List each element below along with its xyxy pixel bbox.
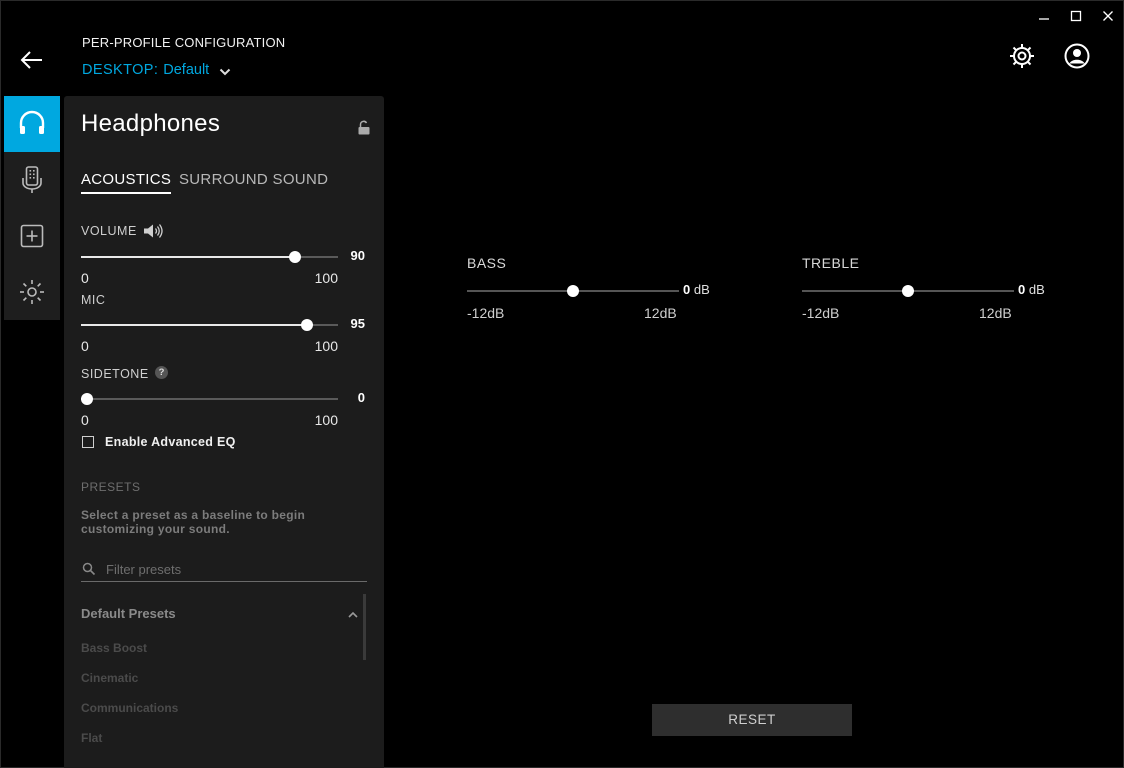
- reset-button[interactable]: RESET: [652, 704, 852, 736]
- preset-item-flat[interactable]: Flat: [81, 731, 102, 745]
- volume-label: VOLUME: [81, 224, 137, 238]
- preset-item-communications[interactable]: Communications: [81, 701, 178, 715]
- filter-presets-field[interactable]: [81, 558, 367, 582]
- filter-presets-input[interactable]: [106, 559, 361, 579]
- treble-slider[interactable]: [802, 284, 1014, 298]
- back-button[interactable]: [18, 47, 46, 73]
- chevron-down-icon: [220, 68, 231, 75]
- mic-value: 95: [350, 316, 365, 331]
- bass-value: 0 dB: [683, 282, 710, 297]
- lock-button[interactable]: [356, 120, 372, 136]
- profile-label: DESKTOP:: [82, 62, 159, 78]
- mic-slider-fill: [81, 324, 307, 326]
- panel-title: Headphones: [81, 110, 221, 137]
- back-arrow-icon: [20, 51, 42, 69]
- maximize-icon: [1070, 10, 1082, 22]
- chevron-up-icon[interactable]: [346, 609, 360, 621]
- treble-min: -12dB: [802, 305, 840, 321]
- sidetone-slider[interactable]: [81, 392, 338, 406]
- treble-label: TREBLE: [802, 255, 860, 271]
- rail-item-microphone[interactable]: [4, 152, 60, 208]
- mic-slider-thumb[interactable]: [300, 319, 313, 331]
- mic-min: 0: [81, 338, 89, 354]
- sidetone-slider-track: [81, 398, 338, 400]
- volume-max: 100: [314, 270, 338, 286]
- sidetone-slider-thumb[interactable]: [81, 393, 93, 405]
- bass-min: -12dB: [467, 305, 505, 321]
- advanced-eq-label[interactable]: Enable Advanced EQ: [105, 435, 236, 449]
- help-icon[interactable]: ?: [155, 366, 168, 379]
- lock-icon: [358, 120, 370, 135]
- treble-value-unit: dB: [1028, 282, 1045, 297]
- treble-max: 12dB: [979, 305, 1012, 321]
- close-icon: [1103, 11, 1113, 21]
- settings-button[interactable]: [1008, 42, 1036, 70]
- bass-label: BASS: [467, 255, 507, 271]
- default-presets-group-header[interactable]: Default Presets: [81, 606, 176, 621]
- volume-value: 90: [350, 248, 365, 263]
- treble-value: 0 dB: [1018, 282, 1045, 297]
- presets-scrollbar[interactable]: [363, 594, 366, 660]
- bass-value-number: 0: [683, 282, 691, 297]
- account-button[interactable]: [1063, 42, 1091, 70]
- close-button[interactable]: [1097, 6, 1119, 26]
- add-icon: [20, 224, 44, 248]
- mic-max: 100: [314, 338, 338, 354]
- volume-min: 0: [81, 270, 89, 286]
- profile-value: Default: [163, 62, 210, 78]
- presets-description: Select a preset as a baseline to begin c…: [81, 508, 306, 536]
- rail-item-add[interactable]: [4, 208, 60, 264]
- mic-label: MIC: [81, 293, 106, 307]
- account-icon: [1064, 43, 1090, 69]
- tab-surround-sound[interactable]: SURROUND SOUND: [179, 171, 328, 192]
- rail-item-headphones[interactable]: [4, 96, 60, 152]
- headphones-icon: [19, 110, 45, 134]
- bass-slider[interactable]: [467, 284, 679, 298]
- page-title: PER-PROFILE CONFIGURATION: [82, 35, 286, 50]
- minimize-button[interactable]: [1033, 6, 1055, 26]
- bass-value-unit: dB: [693, 282, 710, 297]
- mic-slider[interactable]: [81, 318, 338, 332]
- profile-selector[interactable]: DESKTOP: Default: [82, 62, 231, 78]
- lighting-icon: [20, 280, 44, 304]
- gear-icon: [1010, 44, 1034, 68]
- volume-slider-fill: [81, 256, 296, 258]
- volume-slider-thumb[interactable]: [289, 251, 302, 263]
- device-tools-rail: [4, 96, 60, 320]
- treble-value-number: 0: [1018, 282, 1026, 297]
- minimize-icon: [1039, 18, 1049, 20]
- treble-slider-thumb[interactable]: [902, 285, 914, 297]
- rail-item-lighting[interactable]: [4, 264, 60, 320]
- headphones-settings-panel: Headphones ACOUSTICS SURROUND SOUND VOLU…: [64, 96, 384, 768]
- search-icon: [82, 562, 96, 576]
- presets-heading: PRESETS: [81, 480, 141, 494]
- sidetone-label: SIDETONE: [81, 367, 149, 381]
- advanced-eq-checkbox[interactable]: [82, 436, 94, 448]
- volume-slider[interactable]: [81, 250, 338, 264]
- bass-max: 12dB: [644, 305, 677, 321]
- sidetone-max: 100: [314, 412, 338, 428]
- preset-item-bass-boost[interactable]: Bass Boost: [81, 641, 147, 655]
- sidetone-min: 0: [81, 412, 89, 428]
- tab-acoustics[interactable]: ACOUSTICS: [81, 171, 172, 194]
- preset-item-cinematic[interactable]: Cinematic: [81, 671, 138, 685]
- maximize-button[interactable]: [1065, 6, 1087, 26]
- bass-slider-thumb[interactable]: [567, 285, 579, 297]
- speaker-icon: [144, 224, 163, 238]
- sidetone-value: 0: [357, 390, 365, 405]
- microphone-icon: [22, 166, 42, 193]
